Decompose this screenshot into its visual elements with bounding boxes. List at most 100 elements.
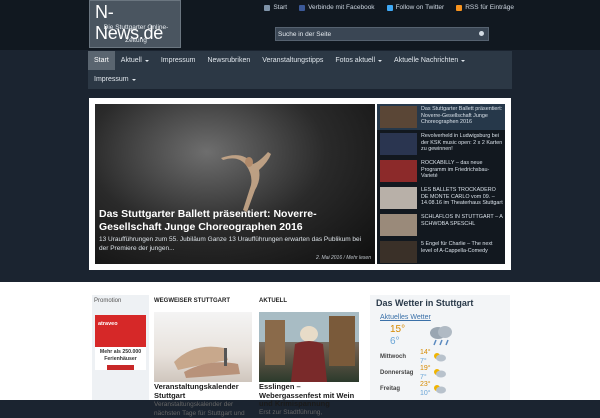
thumb-image	[380, 106, 417, 128]
thumb-title: 5 Engel für Charlie – The next level of …	[421, 241, 493, 254]
thumb-image	[380, 160, 417, 182]
nav-label: Fotos aktuell	[335, 57, 376, 64]
nav-item-impressum[interactable]: Impressum	[155, 51, 202, 70]
wegweiser-section: WEGWEISER STUTTGART Veranstaltungskalend…	[152, 295, 254, 417]
nav-item-start[interactable]: Start	[88, 51, 115, 70]
nav-item-fotos-aktuell[interactable]: Fotos aktuell	[329, 51, 388, 70]
top-link-label: Verbinde mit Facebook	[308, 4, 375, 11]
facebook-icon	[299, 4, 306, 11]
nav-item-aktuelle-nachrichten[interactable]: Aktuelle Nachrichten	[388, 51, 471, 70]
top-link-label: Start	[273, 4, 288, 11]
nav-label: Start	[94, 57, 109, 64]
hero-slide[interactable]: Das Stuttgarter Ballett präsentiert: Nov…	[95, 104, 375, 264]
nav-label: Impressum	[160, 57, 196, 64]
thumb-image	[380, 214, 417, 236]
thumb-image	[380, 133, 417, 155]
top-link-start[interactable]: Start	[264, 4, 287, 11]
slider-thumb[interactable]: Revolverheld in Ludwigsburg bei der KSK …	[377, 131, 505, 157]
shoes-image	[174, 346, 240, 378]
rss-icon	[456, 4, 463, 11]
top-link-label: Follow on Twitter	[395, 4, 445, 11]
featured-slider: Das Stuttgarter Ballett präsentiert: Nov…	[89, 98, 511, 270]
top-link-twitter[interactable]: Follow on Twitter	[386, 4, 445, 11]
chevron-down-icon	[378, 59, 383, 62]
search-input[interactable]	[278, 28, 468, 40]
weather-heading: Das Wetter in Stuttgart	[376, 298, 474, 308]
slider-thumb[interactable]: LES BALLETS TROCKADERO DE MONTE CARLO vo…	[377, 185, 505, 211]
promotion-box: Promotion atraveo Mehr als 250.000 Ferie…	[92, 295, 149, 400]
nav-label: Newsrubriken	[207, 57, 251, 64]
weather-day: Donnerstag	[380, 370, 414, 376]
site-logo[interactable]: N-News.de Die Stuttgarter Online-Zeitung	[89, 0, 181, 48]
top-link-rss[interactable]: RSS für Einträge	[456, 4, 514, 11]
nav-label: Aktuelle Nachrichten	[394, 57, 459, 64]
weather-day: Mittwoch	[380, 354, 406, 360]
chevron-down-icon	[461, 59, 466, 62]
partly-cloudy-icon	[434, 385, 446, 394]
logo-subtitle: Die Stuttgarter Online-Zeitung	[103, 24, 169, 44]
promo-button[interactable]	[107, 365, 134, 370]
article-image[interactable]	[259, 312, 359, 382]
nav-item-impressum-menu[interactable]: Impressum	[88, 70, 142, 89]
weather-now-low: 6°	[390, 336, 400, 347]
partly-cloudy-icon	[434, 369, 446, 378]
content-area: Promotion atraveo Mehr als 250.000 Ferie…	[0, 282, 600, 417]
section-heading: AKTUELL	[259, 298, 287, 304]
thumb-image	[380, 241, 417, 263]
hero-excerpt: 13 Uraufführungen zum 55. Jubiläum Ganze…	[99, 236, 362, 252]
top-link-label: RSS für Einträge	[465, 4, 514, 11]
hero-title[interactable]: Das Stuttgarter Ballett präsentiert: Nov…	[99, 208, 371, 234]
search-icon[interactable]	[479, 31, 484, 36]
weather-day-high: 23°	[420, 381, 431, 388]
weather-day-low: 7°	[420, 374, 427, 381]
weather-now-high: 15°	[390, 324, 406, 335]
home-icon	[264, 4, 271, 11]
hero-meta[interactable]: 2. Mai 2016 / Mehr lesen	[316, 255, 371, 261]
promotion-ad[interactable]: atraveo Mehr als 250.000 Ferienhäuser	[95, 315, 146, 370]
article-title[interactable]: Esslingen – Webergassenfest mit Wein und…	[259, 382, 359, 409]
twitter-icon	[386, 4, 393, 11]
thumb-image	[380, 187, 417, 209]
slider-thumbnails: Das Stuttgarter Ballett präsentiert: Nov…	[377, 104, 505, 264]
rain-cloud-icon	[430, 326, 452, 346]
thumb-title: SCHLAFLOS IN STUTTGART – A SCHWOBA SPESC…	[421, 214, 503, 227]
festival-image	[259, 312, 359, 382]
slider-thumb[interactable]: Das Stuttgarter Ballett präsentiert: Nov…	[377, 104, 505, 130]
thumb-title: ROCKABILLY – das neue Programm im Friedr…	[421, 160, 490, 179]
chevron-down-icon	[144, 59, 149, 62]
nav-item-aktuell[interactable]: Aktuell	[115, 51, 155, 70]
article-title[interactable]: Veranstaltungskalender Stuttgart	[154, 382, 254, 400]
promo-banner: atraveo	[95, 315, 146, 347]
weather-day-low: 7°	[420, 358, 427, 365]
site-header: N-News.de Die Stuttgarter Online-Zeitung…	[0, 0, 600, 50]
slider-thumb[interactable]: ROCKABILLY – das neue Programm im Friedr…	[377, 158, 505, 184]
top-links: Start Verbinde mit Facebook Follow on Tw…	[264, 4, 514, 11]
weather-day: Freitag	[380, 386, 401, 392]
promotion-heading: Promotion	[94, 298, 122, 304]
slider-thumb[interactable]: SCHLAFLOS IN STUTTGART – A SCHWOBA SPESC…	[377, 212, 505, 238]
promo-line: Mehr als 250.000	[99, 349, 142, 355]
nav-label: Impressum	[94, 76, 129, 83]
nav-label: Veranstaltungstipps	[262, 57, 324, 64]
promo-line: Ferienhäuser	[104, 356, 137, 362]
weather-day-high: 14°	[420, 349, 431, 356]
aktuell-section: AKTUELL Esslingen – Webergassenfest mit …	[257, 295, 363, 416]
slider-thumb[interactable]: 5 Engel für Charlie – The next level of …	[377, 239, 505, 265]
article-excerpt: Erst zur Stadtführung,	[259, 409, 323, 416]
weather-day-low: 10°	[420, 390, 431, 397]
article-image[interactable]	[154, 312, 252, 382]
promo-logo: atraveo	[98, 321, 118, 327]
search-box	[275, 27, 489, 41]
nav-label: Aktuell	[120, 57, 142, 64]
main-nav: Start Aktuell Impressum Newsrubriken Ver…	[88, 51, 512, 89]
section-heading: WEGWEISER STUTTGART	[154, 298, 230, 304]
top-link-facebook[interactable]: Verbinde mit Facebook	[299, 4, 375, 11]
thumb-title: Das Stuttgarter Ballett präsentiert: Nov…	[421, 106, 503, 125]
thumb-title: Revolverheld in Ludwigsburg bei der KSK …	[421, 133, 503, 152]
dancer-image	[221, 152, 271, 212]
weather-link[interactable]: Aktuelles Wetter	[380, 314, 431, 321]
nav-item-newsrubriken[interactable]: Newsrubriken	[201, 51, 256, 70]
thumb-title: LES BALLETS TROCKADERO DE MONTE CARLO vo…	[421, 187, 503, 206]
nav-item-veranstaltungstipps[interactable]: Veranstaltungstipps	[256, 51, 329, 70]
chevron-down-icon	[131, 78, 136, 81]
